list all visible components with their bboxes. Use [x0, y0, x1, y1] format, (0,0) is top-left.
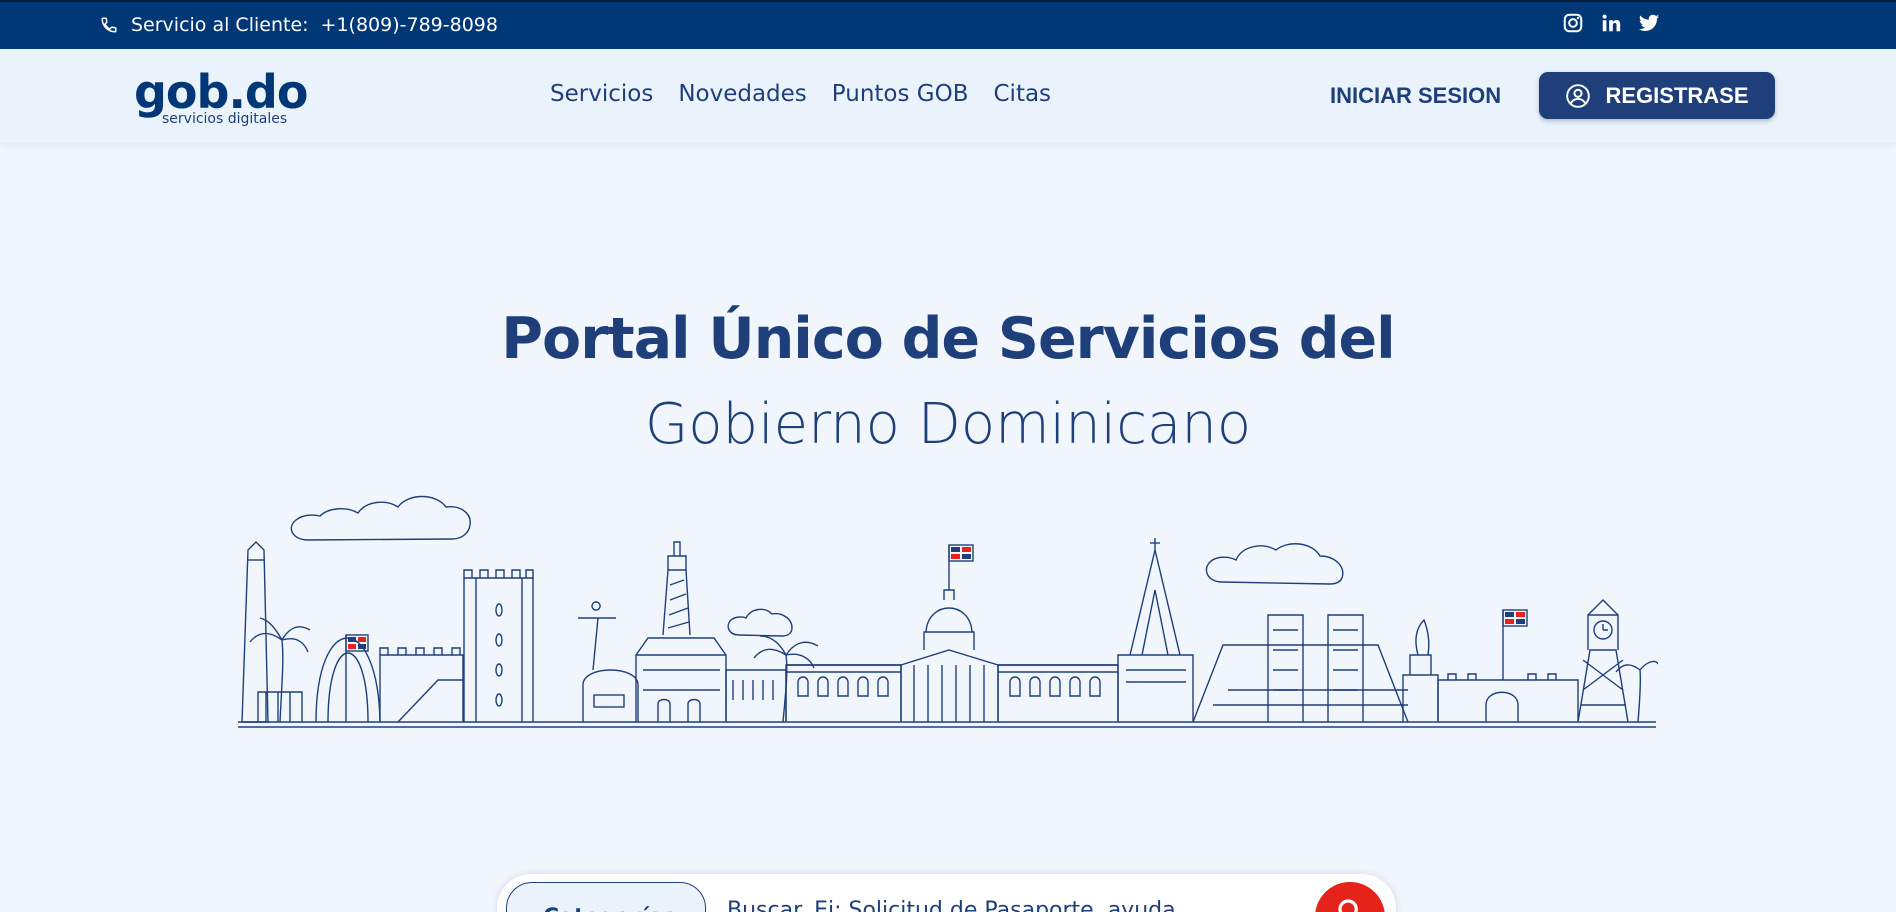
twitter-icon[interactable]: [1638, 12, 1660, 34]
top-bar: Servicio al Cliente: +1(809)-789-8098: [0, 0, 1896, 49]
cloud-right: [1205, 543, 1344, 585]
register-button[interactable]: REGISTRASE: [1539, 72, 1775, 119]
social-links: [1562, 12, 1660, 34]
logo-subtitle: servicios digitales: [162, 111, 288, 127]
logo-text: gob.do: [134, 65, 308, 119]
phone-number[interactable]: +1(809)-789-8098: [321, 14, 498, 36]
cloud-small: [727, 608, 793, 637]
search-icon: [1338, 899, 1358, 912]
nav-item-citas[interactable]: Citas: [994, 81, 1052, 107]
customer-service-contact[interactable]: Servicio al Cliente: +1(809)-789-8098: [100, 14, 498, 36]
nav-item-servicios[interactable]: Servicios: [550, 81, 653, 107]
search-button[interactable]: [1315, 882, 1385, 912]
skyline-illustration: [238, 495, 1658, 728]
phone-icon: [101, 17, 117, 33]
category-dropdown[interactable]: Categorías: [506, 882, 706, 912]
user-circle-icon: [1566, 83, 1591, 108]
service-search-bar: Categorías: [497, 874, 1396, 912]
register-label: REGISTRASE: [1605, 82, 1749, 108]
search-input[interactable]: [727, 898, 1287, 912]
login-link[interactable]: INICIAR SESION: [1330, 83, 1501, 109]
contact-label: Servicio al Cliente:: [131, 14, 309, 36]
main-header: gob.do servicios digitales Servicios Nov…: [0, 49, 1896, 143]
gob-do-logo[interactable]: gob.do servicios digitales: [134, 65, 308, 127]
nav-item-novedades[interactable]: Novedades: [678, 81, 806, 107]
linkedin-icon[interactable]: [1600, 12, 1622, 34]
instagram-icon[interactable]: [1562, 12, 1584, 34]
main-nav: Servicios Novedades Puntos GOB Citas: [550, 81, 1051, 107]
nav-item-puntos-gob[interactable]: Puntos GOB: [832, 81, 969, 107]
hero-subtitle: Gobierno Dominicano: [644, 392, 1252, 457]
hero-title: Portal Único de Servicios del: [501, 306, 1395, 372]
cloud-left: [290, 495, 471, 541]
